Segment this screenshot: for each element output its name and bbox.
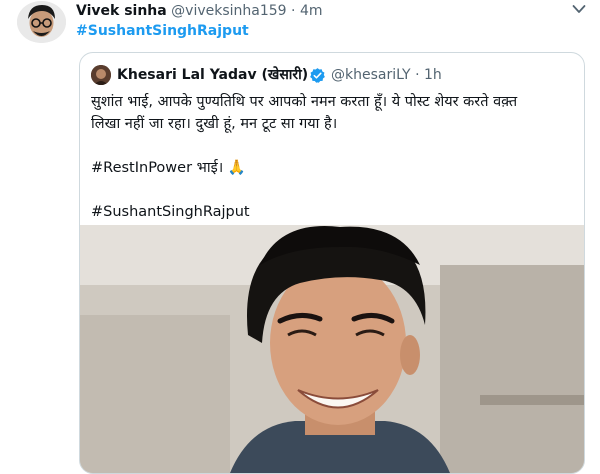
- separator-dot: ·: [291, 3, 296, 19]
- quoted-tweet-card[interactable]: Khesari Lal Yadav (खेसारी) @khesariLY · …: [79, 52, 585, 474]
- separator-dot: ·: [415, 67, 420, 83]
- tweet-hashtag[interactable]: #SushantSinghRajput: [76, 21, 249, 41]
- quoted-tweet-timestamp: 1h: [423, 67, 442, 83]
- quoted-text-line: लिखा नहीं जा रहा। दुखी हूं, मन टूट सा गय…: [91, 116, 338, 132]
- quoted-tweet-text: सुशांत भाई, आपके पुण्यतिथि पर आपको नमन क…: [91, 91, 575, 223]
- tweet-timestamp[interactable]: 4m: [300, 3, 323, 19]
- quoted-hashtag-restinpower: #RestInPower भाई। 🙏: [91, 160, 246, 176]
- quoted-author-name: Khesari Lal Yadav (खेसारी): [117, 67, 309, 83]
- quoted-author-handle: @khesariLY: [331, 67, 411, 83]
- quoted-author-avatar: [91, 65, 111, 85]
- quoted-tweet-photo[interactable]: [80, 225, 584, 473]
- quoted-text-line: सुशांत भाई, आपके पुण्यतिथि पर आपको नमन क…: [91, 94, 518, 110]
- author-name[interactable]: Vivek sinha: [76, 3, 167, 19]
- verified-badge-icon: [310, 68, 325, 83]
- chevron-down-icon[interactable]: [572, 4, 586, 14]
- quoted-tweet-meta: @khesariLY · 1h: [331, 65, 442, 85]
- tweet-header: Vivek sinha @viveksinha159 · 4m: [76, 1, 560, 21]
- quoted-hashtag-sushant: #SushantSinghRajput: [91, 204, 250, 220]
- author-avatar[interactable]: [17, 1, 66, 43]
- author-handle[interactable]: @viveksinha159: [171, 3, 286, 19]
